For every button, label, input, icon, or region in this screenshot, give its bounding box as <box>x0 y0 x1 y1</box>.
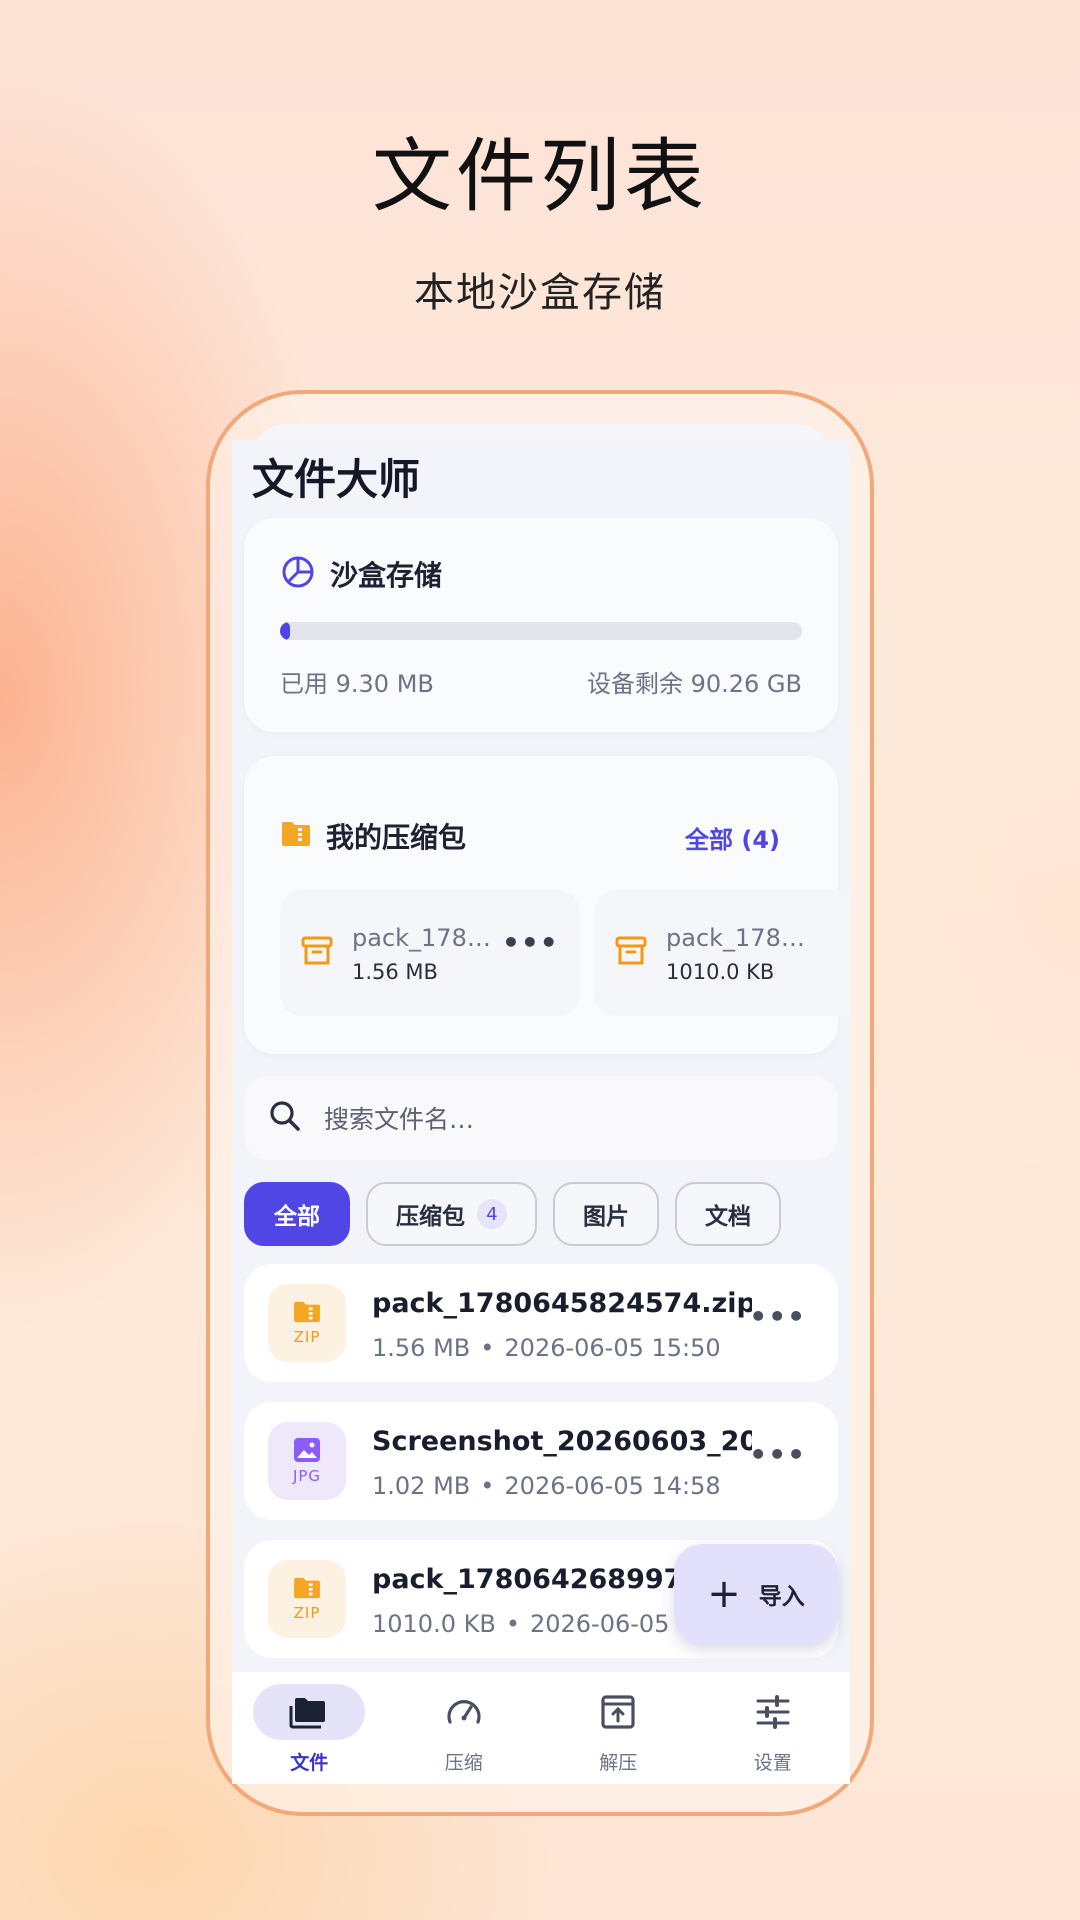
file-date: 2026-06-05 14:58 <box>504 1472 721 1500</box>
file-meta: 1010.0 KB • 2026-06-05 1 <box>372 1610 692 1638</box>
filter-chip-label: 图片 <box>583 1204 629 1230</box>
search-placeholder: 搜索文件名… <box>324 1105 475 1134</box>
zip-folder-icon <box>280 820 312 852</box>
file-date: 2026-06-05 15:50 <box>504 1334 721 1362</box>
hero-title: 文件列表 <box>372 130 708 223</box>
storage-used: 已用 9.30 MB <box>280 670 434 698</box>
import-button-label: 导入 <box>758 1584 805 1610</box>
nav-item-files[interactable]: 文件 <box>232 1672 387 1784</box>
pack-size: 1010.0 KB <box>666 960 775 984</box>
nav-label: 设置 <box>753 1752 792 1774</box>
file-size: 1.56 MB <box>372 1334 471 1362</box>
nav-item-extract[interactable]: 解压 <box>541 1672 696 1784</box>
zip-file-icon: ZIP <box>268 1560 346 1638</box>
nav-label: 文件 <box>290 1752 329 1774</box>
import-button[interactable]: + 导入 <box>674 1544 838 1644</box>
storage-progress-bar <box>280 622 802 640</box>
meta-separator: • <box>480 1334 495 1362</box>
more-options-icon[interactable]: ••• <box>502 926 559 959</box>
unarchive-icon <box>598 1694 638 1734</box>
filter-chip-label: 压缩包 <box>396 1204 465 1230</box>
file-type-label: ZIP <box>293 1328 321 1346</box>
zip-file-icon: ZIP <box>268 1284 346 1362</box>
file-size: 1.02 MB <box>372 1472 471 1500</box>
nav-item-settings[interactable]: 设置 <box>696 1672 851 1784</box>
more-options-icon[interactable]: ••• <box>749 1300 806 1333</box>
filter-chip-label: 全部 <box>274 1204 320 1230</box>
file-meta: 1.56 MB • 2026-06-05 15:50 <box>372 1334 721 1362</box>
archive-box-icon <box>300 934 334 972</box>
app-title: 文件大师 <box>252 455 421 504</box>
storage-progress-fill <box>280 622 290 640</box>
pack-name: pack_178… <box>352 924 491 952</box>
gauge-icon <box>444 1694 484 1734</box>
filter-chip-label: 文档 <box>705 1204 751 1230</box>
filter-chip-images[interactable]: 图片 <box>553 1182 659 1246</box>
file-date: 2026-06-05 1 <box>529 1610 693 1638</box>
storage-free: 设备剩余 90.26 GB <box>586 670 802 698</box>
pack-size: 1.56 MB <box>352 960 438 984</box>
nav-label: 压缩 <box>444 1752 483 1774</box>
filter-chip-all[interactable]: 全部 <box>244 1182 350 1246</box>
file-meta: 1.02 MB • 2026-06-05 14:58 <box>372 1472 721 1500</box>
packs-view-all-link[interactable]: 全部 (4) <box>685 820 780 855</box>
storage-label: 沙盒存储 <box>330 559 443 592</box>
file-size: 1010.0 KB <box>372 1610 496 1638</box>
file-name: Screenshot_20260603_205… <box>372 1426 752 1457</box>
pack-tile[interactable]: pack_178… 1.56 MB ••• <box>280 890 580 1016</box>
bottom-nav: 文件 压缩 解压 设置 <box>232 1672 850 1784</box>
search-input[interactable]: 搜索文件名… <box>244 1076 838 1160</box>
filter-chip-archives[interactable]: 压缩包 4 <box>366 1182 537 1246</box>
plus-icon: + <box>707 1571 741 1617</box>
more-options-icon[interactable]: ••• <box>749 1438 806 1471</box>
packs-card: 我的压缩包 全部 (4) pack_178… 1.56 MB ••• pack_… <box>244 756 850 1054</box>
hero-subtitle: 本地沙盒存储 <box>414 270 666 316</box>
search-icon <box>268 1099 302 1137</box>
archive-box-icon <box>614 934 648 972</box>
file-type-label: JPG <box>292 1467 322 1485</box>
file-type-label: ZIP <box>293 1604 321 1622</box>
packs-label: 我的压缩包 <box>326 821 467 854</box>
pie-chart-icon <box>280 554 316 594</box>
file-name: pack_1780645824574.zip <box>372 1288 752 1319</box>
image-file-icon: JPG <box>268 1422 346 1500</box>
filter-chips: 全部 压缩包 4 图片 文档 <box>244 1182 781 1246</box>
pack-name: pack_178… <box>666 924 805 952</box>
meta-separator: • <box>505 1610 520 1638</box>
filter-count-badge: 4 <box>477 1199 507 1229</box>
nav-label: 解压 <box>599 1752 638 1774</box>
file-list-item[interactable]: JPG Screenshot_20260603_205… 1.02 MB • 202… <box>244 1402 838 1520</box>
file-list-item[interactable]: ZIP pack_1780645824574.zip 1.56 MB • 2026-… <box>244 1264 838 1382</box>
storage-card: 沙盒存储 已用 9.30 MB 设备剩余 90.26 GB <box>244 518 838 732</box>
meta-separator: • <box>480 1472 495 1500</box>
sliders-icon <box>753 1694 793 1734</box>
app-screen: 文件大师 沙盒存储 已用 9.30 MB 设备剩余 90.26 GB 我的压缩包… <box>232 440 850 1784</box>
folder-icon <box>289 1694 329 1734</box>
filter-chip-documents[interactable]: 文档 <box>675 1182 781 1246</box>
nav-item-compress[interactable]: 压缩 <box>387 1672 542 1784</box>
pack-tile[interactable]: pack_178… 1010.0 KB <box>594 890 850 1016</box>
